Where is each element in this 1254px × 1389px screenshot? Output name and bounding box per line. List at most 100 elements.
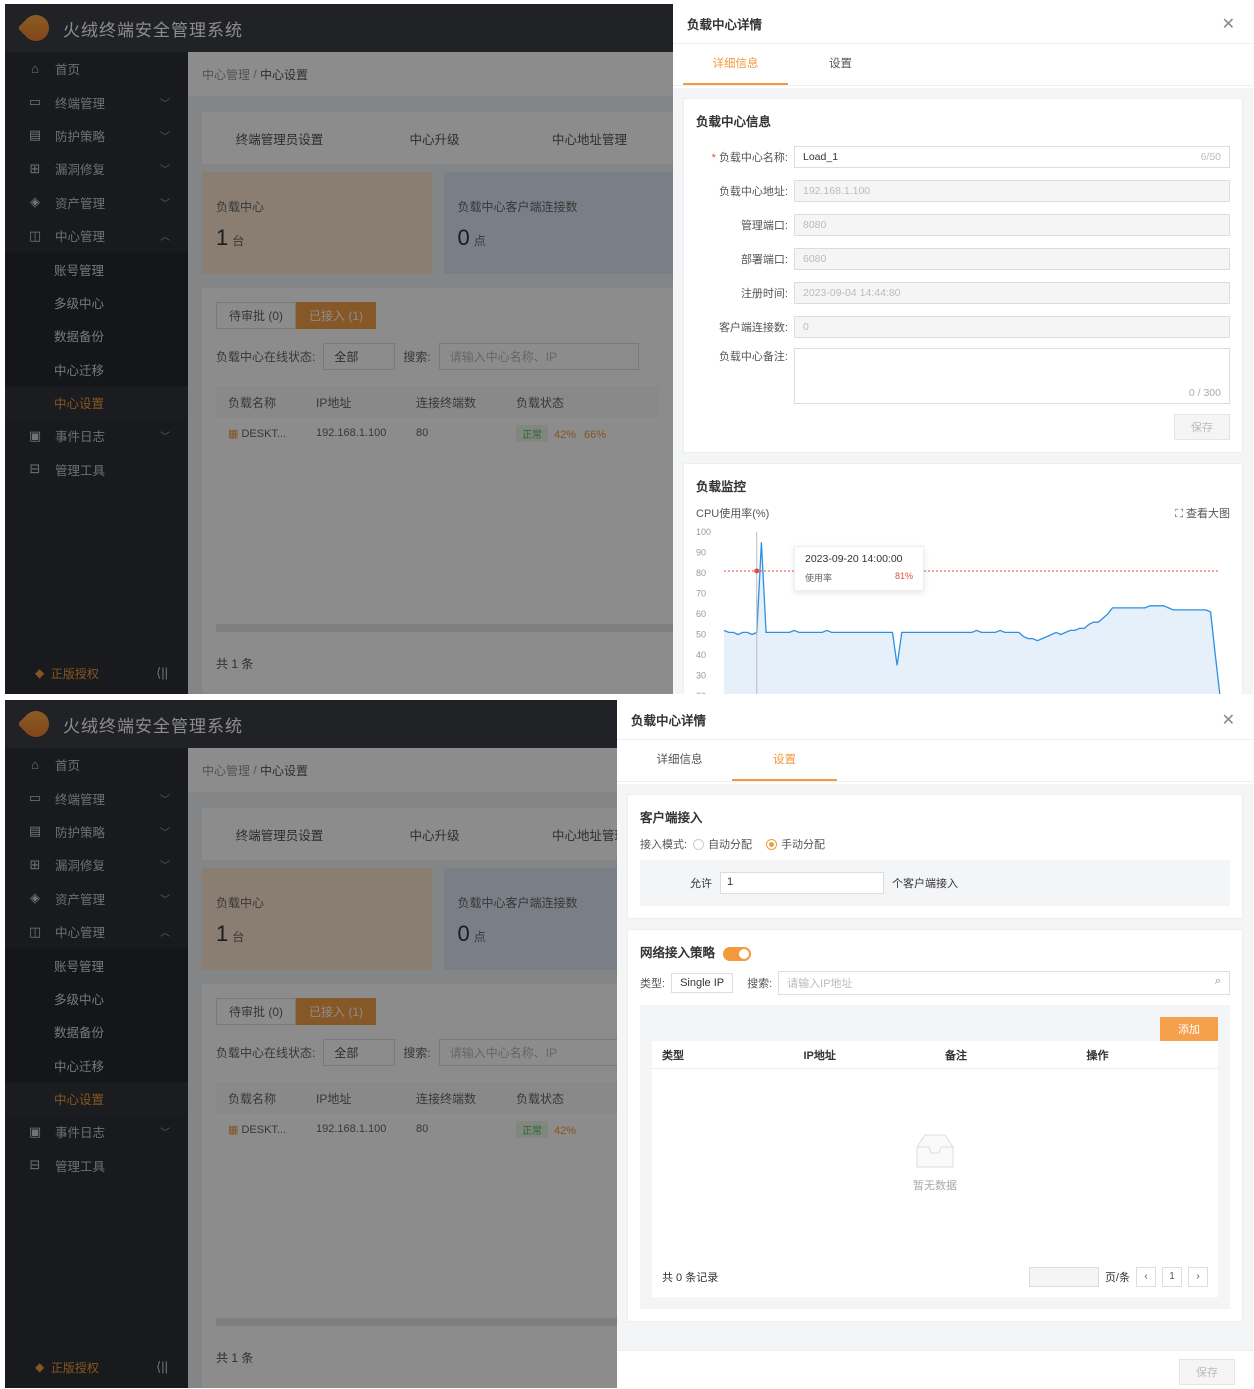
mode-label: 接入模式: — [640, 839, 688, 851]
y-tick-label: 40 — [696, 650, 706, 660]
screenshot-settings: 火绒终端安全管理系统 ⌂ 首页 ▭ 终端管理 ﹀ ▤ 防护策略 ﹀ ⊞ 漏洞修复 ﹀ ◈ 资产管… — [5, 700, 1253, 1388]
drawer-title: 负载中心详情 — [631, 714, 707, 728]
tooltip-time: 2023-09-20 14:00:00 — [805, 553, 903, 565]
tab-detail-info[interactable]: 详细信息 — [627, 740, 732, 781]
required-mark: * — [711, 152, 719, 164]
empty-state: 暂无数据 — [652, 1069, 1218, 1257]
search-label: 搜索: — [747, 978, 773, 990]
drawer-footer: 保存 — [617, 1350, 1253, 1388]
tooltip-value: 81% — [894, 571, 913, 581]
ip-search-input[interactable]: 请输入IP地址 ⌕ — [778, 971, 1230, 995]
col-ip: IP地址 — [803, 1049, 836, 1062]
search-icon[interactable]: ⌕ — [1215, 975, 1221, 988]
next-page-icon[interactable]: › — [1188, 1267, 1208, 1287]
empty-text: 暂无数据 — [913, 1180, 957, 1192]
info-panel: 负载中心信息 * 负载中心名称: Load_1 6/50 负载中心地址: 192.16… — [683, 98, 1243, 453]
y-tick-label: 90 — [696, 548, 706, 558]
drawer-body: 客户端接入 接入模式: 自动分配 手动分配 允许 1 个客户端接入 网络接入策略 类型:… — [617, 784, 1253, 1350]
overlay-mask[interactable] — [5, 4, 673, 694]
radio-manual[interactable]: 手动分配 — [766, 836, 825, 852]
radio-icon — [693, 838, 705, 850]
field-label: 负载中心备注: — [718, 351, 788, 363]
view-large-label: 查看大图 — [1186, 508, 1230, 520]
tab-detail-info[interactable]: 详细信息 — [683, 44, 788, 85]
type-label: 类型: — [640, 978, 666, 990]
col-type: 类型 — [662, 1049, 684, 1062]
field-label-text: 负载中心名称: — [718, 152, 788, 164]
overlay-mask[interactable] — [5, 700, 673, 1388]
y-tick-label: 30 — [696, 671, 706, 681]
pagination: 共 0 条记录 页/条 ‹ 1 › — [652, 1257, 1218, 1297]
drawer-tabs: 详细信息 设置 — [617, 740, 1253, 782]
pager-controls: 页/条 ‹ 1 › — [1028, 1267, 1208, 1287]
name-input[interactable]: Load_1 6/50 — [794, 146, 1230, 168]
prev-page-icon[interactable]: ‹ — [1136, 1267, 1156, 1287]
monitor-panel: 负载监控 CPU使用率(%) ⛶ 查看大图 100 90 80 70 60 50 40 30 20… — [683, 463, 1243, 694]
field-label: * 负载中心名称: — [696, 149, 794, 165]
app-window: 火绒终端安全管理系统 ⌂ 首页 ▭ 终端管理 ﹀ ▤ 防护策略 ﹀ ⊞ 漏洞修复 ﹀ ◈ 资产管… — [5, 4, 673, 694]
app-window: 火绒终端安全管理系统 ⌂ 首页 ▭ 终端管理 ﹀ ▤ 防护策略 ﹀ ⊞ 漏洞修复 ﹀ ◈ 资产管… — [5, 700, 673, 1388]
deploy-port-input: 6080 — [794, 248, 1230, 270]
y-tick-label: 80 — [696, 568, 706, 578]
chart-meta: CPU使用率(%) ⛶ 查看大图 — [696, 505, 1230, 521]
note-textarea[interactable]: 0 / 300 — [794, 348, 1230, 404]
field-label: 负载中心地址: — [718, 186, 788, 198]
save-row: 保存 — [696, 414, 1230, 440]
client-count-input: 0 — [794, 316, 1230, 338]
tab-settings[interactable]: 设置 — [788, 44, 893, 85]
allow-suffix: 个客户端接入 — [892, 878, 958, 890]
drawer-body: 负载中心信息 * 负载中心名称: Load_1 6/50 负载中心地址: 192.16… — [673, 88, 1253, 694]
radio-auto[interactable]: 自动分配 — [693, 836, 752, 852]
per-page-label: 页/条 — [1104, 1272, 1130, 1284]
table-header: 类型 IP地址 备注 操作 — [652, 1041, 1218, 1069]
col-note: 备注 — [945, 1049, 967, 1062]
policy-filter: 类型: Single IP 搜索: 请输入IP地址 ⌕ — [640, 971, 1230, 995]
y-tick-label: 100 — [696, 528, 711, 537]
policy-toggle[interactable] — [723, 946, 752, 961]
allow-input[interactable]: 1 — [720, 872, 884, 894]
allow-row: 允许 1 个客户端接入 — [640, 860, 1230, 906]
view-large-button[interactable]: ⛶ 查看大图 — [1175, 505, 1230, 521]
chart-metric-label: CPU使用率(%) — [696, 508, 770, 520]
field-client-count: 客户端连接数: 0 — [696, 310, 1230, 344]
network-policy-panel: 网络接入策略 类型: Single IP 搜索: 请输入IP地址 ⌕ 添加 类型 IP地址… — [627, 929, 1243, 1322]
page-number[interactable]: 1 — [1162, 1267, 1182, 1287]
drawer-header: 负载中心详情 ✕ — [673, 4, 1253, 44]
close-icon[interactable]: ✕ — [1222, 14, 1235, 34]
close-icon[interactable]: ✕ — [1222, 710, 1235, 730]
client-access-panel: 客户端接入 接入模式: 自动分配 手动分配 允许 1 个客户端接入 — [627, 794, 1243, 919]
add-button[interactable]: 添加 — [1160, 1017, 1218, 1041]
detail-drawer: 负载中心详情 ✕ 详细信息 设置 负载中心信息 * 负载中心名称: Load_1 6/5… — [673, 4, 1253, 694]
mgmt-port-input: 8080 — [794, 214, 1230, 236]
field-label: 客户端连接数: — [718, 322, 788, 334]
type-select[interactable]: Single IP — [671, 973, 734, 993]
address-input: 192.168.1.100 — [794, 180, 1230, 202]
info-title: 负载中心信息 — [696, 115, 772, 129]
cpu-line-chart[interactable]: 100 90 80 70 60 50 40 30 20 — [696, 528, 1230, 694]
ip-search-placeholder: 请输入IP地址 — [787, 978, 853, 990]
y-tick-label: 60 — [696, 609, 706, 619]
record-total: 共 0 条记录 — [662, 1272, 719, 1284]
policy-table: 类型 IP地址 备注 操作 暂无数据 共 0 条记录 页/条 ‹ 1 › — [652, 1041, 1218, 1297]
tab-settings[interactable]: 设置 — [732, 740, 837, 781]
screenshot-detail-info: 火绒终端安全管理系统 ⌂ 首页 ▭ 终端管理 ﹀ ▤ 防护策略 ﹀ ⊞ 漏洞修复 ﹀ ◈ 资产管… — [5, 4, 1253, 694]
field-label: 注册时间: — [740, 288, 788, 300]
name-value: Load_1 — [803, 151, 839, 163]
radio-label: 自动分配 — [708, 839, 753, 851]
y-tick-label: 50 — [696, 630, 706, 640]
y-tick-label: 70 — [696, 589, 706, 599]
drawer-title: 负载中心详情 — [687, 18, 763, 32]
page-size-select[interactable] — [1028, 1267, 1099, 1287]
field-label: 管理端口: — [740, 220, 788, 232]
empty-inbox-icon — [916, 1134, 954, 1168]
save-button[interactable]: 保存 — [1179, 1359, 1235, 1385]
drawer-tabs: 详细信息 设置 — [673, 44, 1253, 86]
field-reg-time: 注册时间: 2023-09-04 14:44:80 — [696, 276, 1230, 310]
save-button[interactable]: 保存 — [1174, 414, 1230, 440]
drawer-header: 负载中心详情 ✕ — [617, 700, 1253, 740]
network-policy-title: 网络接入策略 — [640, 946, 716, 960]
network-policy-header: 网络接入策略 — [640, 942, 1230, 961]
y-tick-label: 20 — [696, 691, 706, 694]
radio-label: 手动分配 — [781, 839, 826, 851]
allow-label: 允许 — [690, 878, 712, 890]
